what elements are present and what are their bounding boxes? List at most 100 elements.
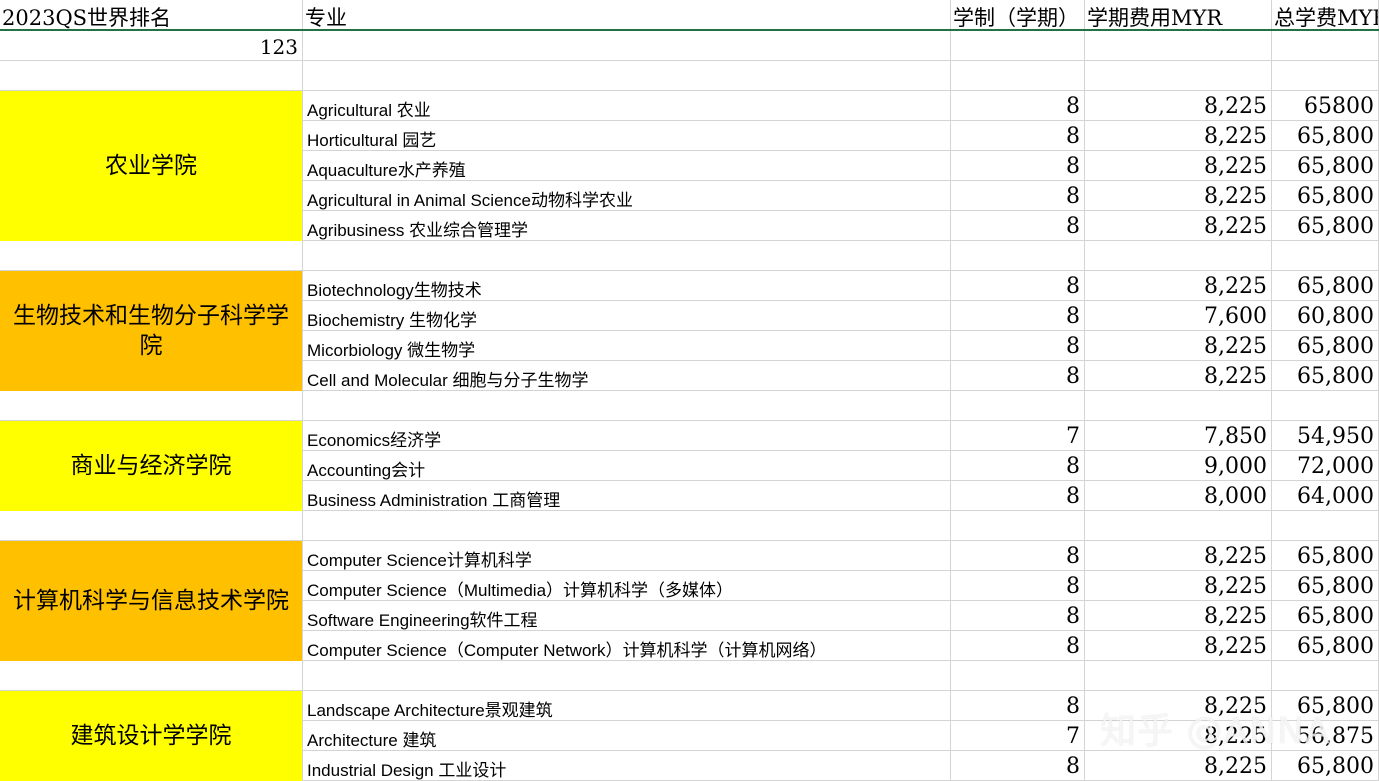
semesters-cell[interactable]: 8 bbox=[951, 91, 1085, 121]
semester-fee-cell[interactable]: 7,850 bbox=[1085, 421, 1272, 451]
semester-fee-cell[interactable]: 8,225 bbox=[1085, 691, 1272, 721]
total-fee-cell[interactable]: 65,800 bbox=[1272, 211, 1379, 241]
semester-fee-cell[interactable]: 9,000 bbox=[1085, 451, 1272, 481]
semesters-cell[interactable]: 8 bbox=[951, 361, 1085, 391]
major-cell[interactable]: Agricultural in Animal Science动物科学农业 bbox=[303, 181, 951, 211]
semester-fee-cell[interactable]: 8,225 bbox=[1085, 721, 1272, 751]
semester-fee-cell[interactable]: 8,225 bbox=[1085, 601, 1272, 631]
header-total[interactable]: 总学费MYR bbox=[1272, 0, 1379, 30]
semester-fee-cell[interactable]: 8,225 bbox=[1085, 331, 1272, 361]
total-fee-cell[interactable]: 65,800 bbox=[1272, 631, 1379, 661]
total-fee-cell[interactable]: 72,000 bbox=[1272, 451, 1379, 481]
empty-cell[interactable] bbox=[1272, 391, 1379, 421]
school-cell[interactable]: 生物技术和生物分子科学学院 bbox=[0, 271, 303, 391]
major-cell[interactable]: Landscape Architecture景观建筑 bbox=[303, 691, 951, 721]
school-cell[interactable]: 建筑设计学学院 bbox=[0, 691, 303, 781]
semester-fee-cell[interactable]: 8,225 bbox=[1085, 91, 1272, 121]
major-cell[interactable]: Aquaculture水产养殖 bbox=[303, 151, 951, 181]
semesters-cell[interactable]: 7 bbox=[951, 421, 1085, 451]
semester-fee-cell[interactable]: 7,600 bbox=[1085, 301, 1272, 331]
empty-cell[interactable] bbox=[303, 61, 951, 91]
header-rank[interactable]: 2023QS世界排名 bbox=[0, 0, 303, 30]
total-fee-cell[interactable]: 65,800 bbox=[1272, 691, 1379, 721]
empty-cell[interactable] bbox=[951, 661, 1085, 691]
semester-fee-cell[interactable]: 8,225 bbox=[1085, 151, 1272, 181]
empty-cell[interactable] bbox=[303, 391, 951, 421]
semesters-cell[interactable]: 8 bbox=[951, 751, 1085, 781]
semesters-cell[interactable]: 8 bbox=[951, 571, 1085, 601]
header-major[interactable]: 专业 bbox=[303, 0, 951, 30]
semesters-cell[interactable]: 8 bbox=[951, 541, 1085, 571]
total-fee-cell[interactable]: 60,800 bbox=[1272, 301, 1379, 331]
semester-fee-cell[interactable]: 8,225 bbox=[1085, 211, 1272, 241]
empty-cell[interactable] bbox=[1085, 61, 1272, 91]
major-cell[interactable]: Biochemistry 生物化学 bbox=[303, 301, 951, 331]
semesters-cell[interactable]: 8 bbox=[951, 451, 1085, 481]
major-cell[interactable]: Biotechnology生物技术 bbox=[303, 271, 951, 301]
total-fee-cell[interactable]: 65,800 bbox=[1272, 541, 1379, 571]
empty-cell[interactable] bbox=[1085, 241, 1272, 271]
major-cell[interactable]: Computer Science（Computer Network）计算机科学（… bbox=[303, 631, 951, 661]
semesters-cell[interactable]: 8 bbox=[951, 631, 1085, 661]
total-fee-cell[interactable]: 65,800 bbox=[1272, 181, 1379, 211]
semesters-cell[interactable]: 8 bbox=[951, 151, 1085, 181]
total-fee-cell[interactable]: 65800 bbox=[1272, 91, 1379, 121]
total-fee-cell[interactable]: 54,950 bbox=[1272, 421, 1379, 451]
semesters-cell[interactable]: 8 bbox=[951, 331, 1085, 361]
rank-value-cell[interactable]: 123 bbox=[0, 31, 303, 61]
empty-cell[interactable] bbox=[1272, 661, 1379, 691]
empty-cell[interactable] bbox=[0, 241, 303, 271]
semesters-cell[interactable]: 8 bbox=[951, 121, 1085, 151]
semester-fee-cell[interactable]: 8,225 bbox=[1085, 541, 1272, 571]
semester-fee-cell[interactable]: 8,225 bbox=[1085, 751, 1272, 781]
empty-cell[interactable] bbox=[1085, 511, 1272, 541]
major-cell[interactable]: Computer Science（Multimedia）计算机科学（多媒体） bbox=[303, 571, 951, 601]
semesters-cell[interactable]: 8 bbox=[951, 301, 1085, 331]
empty-cell[interactable] bbox=[0, 391, 303, 421]
semester-fee-cell[interactable]: 8,225 bbox=[1085, 361, 1272, 391]
semester-fee-cell[interactable]: 8,225 bbox=[1085, 271, 1272, 301]
major-cell[interactable]: Agribusiness 农业综合管理学 bbox=[303, 211, 951, 241]
semester-fee-cell[interactable]: 8,225 bbox=[1085, 571, 1272, 601]
semester-fee-cell[interactable]: 8,225 bbox=[1085, 121, 1272, 151]
empty-cell[interactable] bbox=[303, 511, 951, 541]
empty-cell[interactable] bbox=[0, 511, 303, 541]
total-fee-cell[interactable]: 65,800 bbox=[1272, 751, 1379, 781]
semesters-cell[interactable]: 7 bbox=[951, 721, 1085, 751]
empty-cell[interactable] bbox=[1085, 391, 1272, 421]
header-semesters[interactable]: 学制（学期） bbox=[951, 0, 1085, 30]
major-cell[interactable]: Economics经济学 bbox=[303, 421, 951, 451]
empty-cell[interactable] bbox=[951, 61, 1085, 91]
major-cell[interactable]: Business Administration 工商管理 bbox=[303, 481, 951, 511]
semesters-cell[interactable]: 8 bbox=[951, 481, 1085, 511]
empty-cell[interactable] bbox=[1272, 511, 1379, 541]
school-cell[interactable]: 商业与经济学院 bbox=[0, 421, 303, 511]
major-cell[interactable]: Software Engineering软件工程 bbox=[303, 601, 951, 631]
total-fee-cell[interactable]: 65,800 bbox=[1272, 271, 1379, 301]
total-fee-cell[interactable]: 65,800 bbox=[1272, 151, 1379, 181]
empty-cell[interactable] bbox=[303, 31, 951, 61]
total-fee-cell[interactable]: 64,000 bbox=[1272, 481, 1379, 511]
empty-cell[interactable] bbox=[1085, 661, 1272, 691]
semesters-cell[interactable]: 8 bbox=[951, 211, 1085, 241]
empty-cell[interactable] bbox=[0, 661, 303, 691]
semesters-cell[interactable]: 8 bbox=[951, 181, 1085, 211]
major-cell[interactable]: Computer Science计算机科学 bbox=[303, 541, 951, 571]
major-cell[interactable]: Architecture 建筑 bbox=[303, 721, 951, 751]
total-fee-cell[interactable]: 65,800 bbox=[1272, 601, 1379, 631]
empty-cell[interactable] bbox=[951, 241, 1085, 271]
school-cell[interactable]: 计算机科学与信息技术学院 bbox=[0, 541, 303, 661]
semesters-cell[interactable]: 8 bbox=[951, 691, 1085, 721]
spreadsheet-grid[interactable]: 2023QS世界排名 专业 学制（学期） 学期费用MYR 总学费MYR 123 … bbox=[0, 0, 1379, 781]
total-fee-cell[interactable]: 65,800 bbox=[1272, 121, 1379, 151]
total-fee-cell[interactable]: 65,800 bbox=[1272, 331, 1379, 361]
empty-cell[interactable] bbox=[1272, 31, 1379, 61]
semester-fee-cell[interactable]: 8,225 bbox=[1085, 181, 1272, 211]
major-cell[interactable]: Cell and Molecular 细胞与分子生物学 bbox=[303, 361, 951, 391]
empty-cell[interactable] bbox=[1272, 61, 1379, 91]
major-cell[interactable]: Micorbiology 微生物学 bbox=[303, 331, 951, 361]
empty-cell[interactable] bbox=[0, 61, 303, 91]
empty-cell[interactable] bbox=[1085, 31, 1272, 61]
empty-cell[interactable] bbox=[303, 661, 951, 691]
empty-cell[interactable] bbox=[951, 511, 1085, 541]
